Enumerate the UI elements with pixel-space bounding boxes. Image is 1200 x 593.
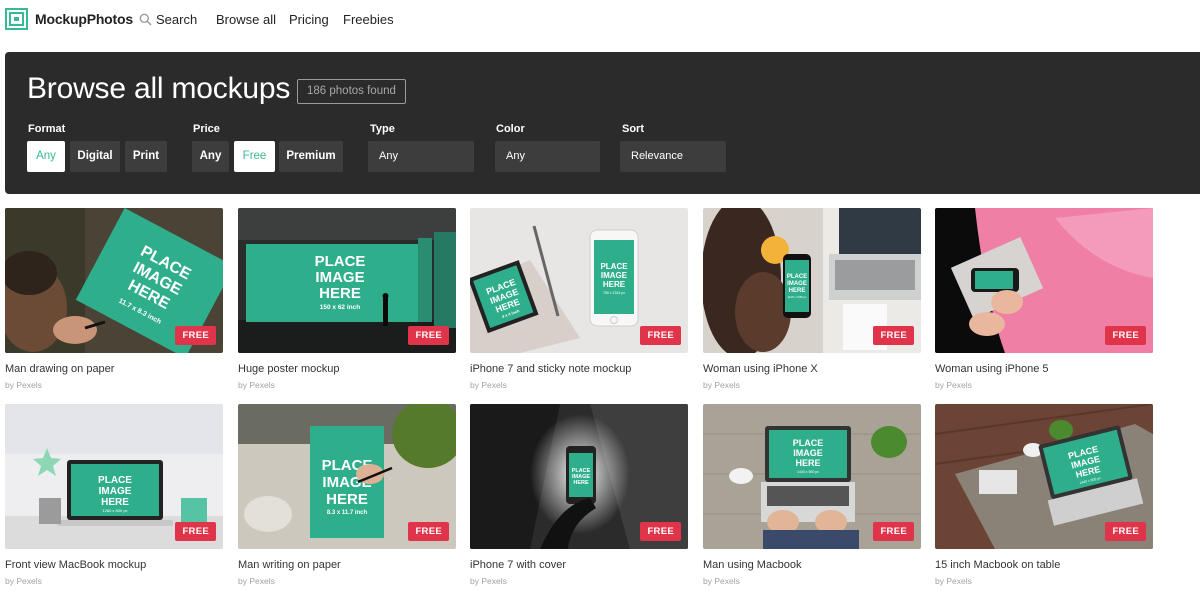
card-author: by Pexels: [935, 576, 972, 586]
svg-text:750 x 1334 px: 750 x 1334 px: [603, 291, 625, 295]
search-icon[interactable]: [139, 13, 152, 26]
svg-text:IMAGE: IMAGE: [315, 269, 364, 286]
free-badge: FREE: [1105, 326, 1146, 345]
sort-filter-label: Sort: [622, 123, 644, 135]
logo-text[interactable]: MockupPhotos: [35, 11, 133, 27]
card-author: by Pexels: [470, 576, 507, 586]
card-author: by Pexels: [470, 380, 507, 390]
format-print-button[interactable]: Print: [125, 141, 167, 172]
free-badge: FREE: [408, 326, 449, 345]
svg-text:8.3 x 11.7 inch: 8.3 x 11.7 inch: [327, 510, 368, 516]
card-title[interactable]: Man using Macbook: [703, 559, 801, 571]
mockup-card[interactable]: PLACE IMAGE HERE FREE iPhone 7 with cove…: [470, 404, 688, 590]
mockup-card[interactable]: PLACE IMAGE HERE 1440 x 900 px FREE 15 i…: [935, 404, 1153, 590]
price-filter-label: Price: [193, 123, 220, 135]
svg-text:HERE: HERE: [101, 497, 129, 508]
color-filter-label: Color: [496, 123, 525, 135]
mockup-card[interactable]: PLACE IMAGE HERE 1440 x 900 px FREE Man …: [703, 404, 921, 590]
svg-text:HERE: HERE: [795, 458, 820, 468]
svg-text:IMAGE: IMAGE: [787, 281, 807, 287]
svg-text:HERE: HERE: [789, 288, 806, 294]
card-title[interactable]: Woman using iPhone 5: [935, 363, 1049, 375]
price-free-button[interactable]: Free: [234, 141, 275, 172]
card-title[interactable]: Man drawing on paper: [5, 363, 114, 375]
results-count-badge: 186 photos found: [297, 79, 406, 104]
filter-panel: Browse all mockups 186 photos found Form…: [5, 52, 1200, 194]
format-digital-button[interactable]: Digital: [70, 141, 120, 172]
svg-text:IMAGE: IMAGE: [601, 271, 628, 280]
svg-text:HERE: HERE: [326, 491, 368, 508]
nav-search-link[interactable]: Search: [156, 12, 197, 27]
format-any-button[interactable]: Any: [27, 141, 65, 172]
card-title[interactable]: iPhone 7 and sticky note mockup: [470, 363, 631, 375]
svg-text:IMAGE: IMAGE: [793, 448, 823, 458]
color-select[interactable]: Any: [495, 141, 600, 172]
page-title: Browse all mockups: [27, 72, 291, 105]
card-author: by Pexels: [5, 576, 42, 586]
top-nav: MockupPhotos Search Browse all Pricing F…: [0, 0, 1200, 40]
mockup-card[interactable]: FREE Woman using iPhone 5 by Pexels: [935, 208, 1153, 394]
card-title[interactable]: 15 inch Macbook on table: [935, 559, 1060, 571]
nav-link-pricing[interactable]: Pricing: [289, 12, 329, 27]
card-author: by Pexels: [238, 576, 275, 586]
svg-text:PLACE: PLACE: [315, 253, 366, 270]
svg-text:PLACE: PLACE: [787, 274, 807, 280]
sort-select[interactable]: Relevance: [620, 141, 726, 172]
svg-text:HERE: HERE: [603, 280, 626, 289]
card-title[interactable]: Front view MacBook mockup: [5, 559, 146, 571]
type-filter-label: Type: [370, 123, 395, 135]
free-badge: FREE: [175, 522, 216, 541]
free-badge: FREE: [408, 522, 449, 541]
format-filter-label: Format: [28, 123, 66, 135]
svg-text:1125 x 2436 px: 1125 x 2436 px: [788, 295, 808, 299]
svg-text:150 x 62 inch: 150 x 62 inch: [320, 304, 360, 311]
mockup-card[interactable]: PLACE IMAGE HERE 1280 x 800 px FREE Fron…: [5, 404, 223, 590]
mockup-card[interactable]: PLACE IMAGE HERE 11.7 x 8.3 inch FREE Ma…: [5, 208, 223, 394]
svg-text:PLACE: PLACE: [793, 438, 824, 448]
type-select[interactable]: Any: [368, 141, 474, 172]
card-title[interactable]: Woman using iPhone X: [703, 363, 818, 375]
svg-text:1440 x 900 px: 1440 x 900 px: [797, 470, 819, 474]
free-badge: FREE: [1105, 522, 1146, 541]
free-badge: FREE: [640, 326, 681, 345]
nav-link-freebies[interactable]: Freebies: [343, 12, 394, 27]
svg-text:HERE: HERE: [573, 480, 589, 486]
card-author: by Pexels: [5, 380, 42, 390]
nav-link-browse-all[interactable]: Browse all: [216, 12, 276, 27]
card-author: by Pexels: [935, 380, 972, 390]
price-any-button[interactable]: Any: [192, 141, 229, 172]
mockup-card[interactable]: PLACE IMAGE HERE 4 x 4 inch PLACE IMAGE …: [470, 208, 688, 394]
free-badge: FREE: [873, 326, 914, 345]
svg-text:1280 x 800 px: 1280 x 800 px: [102, 508, 127, 513]
price-premium-button[interactable]: Premium: [279, 141, 343, 172]
svg-text:HERE: HERE: [319, 285, 361, 302]
card-author: by Pexels: [238, 380, 275, 390]
svg-text:PLACE: PLACE: [98, 475, 132, 486]
free-badge: FREE: [640, 522, 681, 541]
svg-text:PLACE: PLACE: [600, 262, 628, 271]
free-badge: FREE: [175, 326, 216, 345]
free-badge: FREE: [873, 522, 914, 541]
svg-text:IMAGE: IMAGE: [99, 486, 132, 497]
card-author: by Pexels: [703, 576, 740, 586]
card-title[interactable]: Man writing on paper: [238, 559, 341, 571]
mockup-card[interactable]: PLACE IMAGE HERE 150 x 62 inch FREE Huge…: [238, 208, 456, 394]
mockup-card[interactable]: PLACE IMAGE HERE 8.3 x 11.7 inch FREE Ma…: [238, 404, 456, 590]
card-title[interactable]: Huge poster mockup: [238, 363, 340, 375]
card-title[interactable]: iPhone 7 with cover: [470, 559, 566, 571]
card-author: by Pexels: [703, 380, 740, 390]
mockup-card[interactable]: PLACE IMAGE HERE 1125 x 2436 px FREE Wom…: [703, 208, 921, 394]
logo-icon[interactable]: [5, 8, 28, 30]
